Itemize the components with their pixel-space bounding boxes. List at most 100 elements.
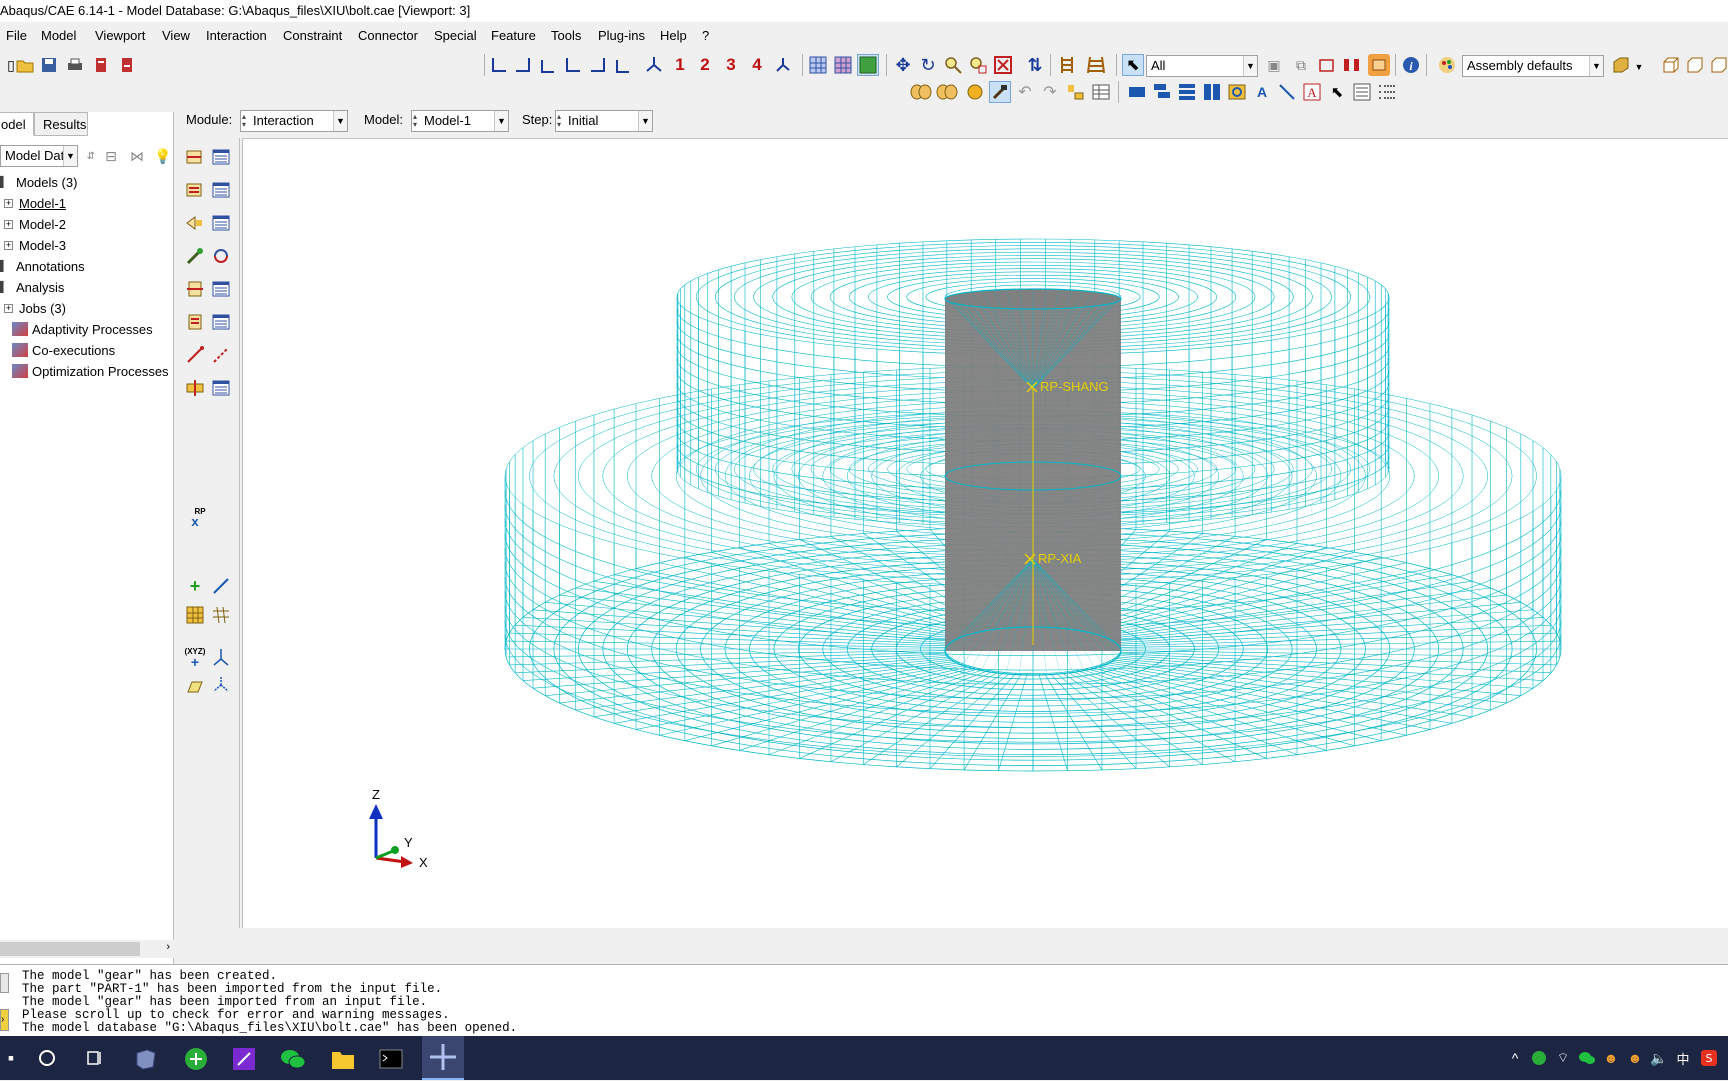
create-fastener-icon[interactable] bbox=[184, 344, 206, 366]
reference-point-marker[interactable]: RP-SHANG bbox=[1026, 379, 1109, 394]
columns-icon[interactable] bbox=[1201, 81, 1223, 103]
create-connector-icon[interactable] bbox=[184, 245, 206, 267]
scrollbar-thumb[interactable] bbox=[0, 942, 140, 956]
whats-this-icon[interactable]: ? bbox=[702, 28, 709, 43]
tray-browser-icon[interactable] bbox=[1528, 1047, 1550, 1069]
view-my-icon[interactable] bbox=[587, 54, 609, 76]
custom-view-icon[interactable] bbox=[772, 54, 794, 76]
sketch-icon[interactable] bbox=[1064, 81, 1086, 103]
pan-icon[interactable]: ✥ bbox=[892, 54, 914, 76]
select-box-icon[interactable]: ▣ bbox=[1263, 54, 1285, 76]
view-front-icon[interactable] bbox=[1660, 54, 1682, 76]
view-y-icon[interactable] bbox=[512, 54, 534, 76]
filter-icon[interactable]: ⋈ bbox=[126, 145, 148, 167]
selection-filter-select[interactable]: All ▼ bbox=[1146, 55, 1258, 77]
menu-constraint[interactable]: Constraint bbox=[283, 28, 342, 43]
partition-icon[interactable] bbox=[910, 81, 932, 103]
tree-item[interactable]: + Jobs (3) bbox=[4, 298, 66, 318]
legend-icon[interactable] bbox=[1351, 81, 1373, 103]
view-side-icon[interactable] bbox=[1708, 54, 1728, 76]
tray-qq2-icon[interactable]: ☻ bbox=[1624, 1047, 1646, 1069]
menu-connector[interactable]: Connector bbox=[358, 28, 418, 43]
step-select[interactable]: ▴ ▾ Initial ▼ bbox=[555, 110, 653, 132]
csys-offset-icon[interactable] bbox=[184, 674, 206, 696]
view-3-button[interactable]: 3 bbox=[720, 54, 742, 76]
tree-item[interactable]: Optimization Processes bbox=[4, 361, 169, 381]
datum-axis-icon[interactable] bbox=[210, 575, 232, 597]
create-constraint-icon[interactable] bbox=[184, 212, 206, 234]
create-special-icon[interactable] bbox=[184, 377, 206, 399]
layers-icon[interactable] bbox=[1151, 81, 1173, 103]
sogou-ime-icon[interactable]: S bbox=[1698, 1047, 1720, 1069]
view-cut-icon[interactable] bbox=[1226, 81, 1248, 103]
auto-fit-icon[interactable] bbox=[992, 54, 1014, 76]
model-render[interactable]: RP-SHANG RP-XIA Z YX bbox=[243, 139, 1728, 929]
table-icon[interactable] bbox=[1090, 81, 1112, 103]
collapse-icon[interactable]: ⊟ bbox=[100, 145, 122, 167]
section-manager-icon[interactable] bbox=[210, 311, 232, 333]
chevron-right-icon[interactable]: › bbox=[166, 941, 170, 953]
datum-point-icon[interactable]: + bbox=[184, 575, 206, 597]
menu-plugins[interactable]: Plug-ins bbox=[598, 28, 645, 43]
query-icon[interactable] bbox=[1056, 54, 1078, 76]
chevron-down-icon[interactable]: ▼ bbox=[1628, 56, 1650, 78]
interaction-manager-icon[interactable] bbox=[210, 146, 232, 168]
display-group-icon[interactable] bbox=[1368, 54, 1390, 76]
sort-icon[interactable]: ⇵ bbox=[80, 145, 102, 167]
merge-icon[interactable] bbox=[936, 81, 958, 103]
menu-feature[interactable]: Feature bbox=[491, 28, 536, 43]
message-tab-icon[interactable] bbox=[0, 973, 9, 993]
box-zoom-icon[interactable] bbox=[967, 54, 989, 76]
network-icon[interactable]: ⌔ bbox=[1552, 1047, 1574, 1069]
expand-icon[interactable]: + bbox=[4, 303, 13, 313]
tree-item[interactable]: + Model-1 bbox=[4, 193, 66, 213]
menu-file[interactable]: File bbox=[6, 28, 27, 43]
redo-icon[interactable]: ↷ bbox=[1039, 81, 1061, 103]
tray-wechat-icon[interactable] bbox=[1576, 1047, 1598, 1069]
view-mz-icon[interactable] bbox=[612, 54, 634, 76]
menu-view[interactable]: View bbox=[162, 28, 190, 43]
iso-view-icon[interactable] bbox=[643, 54, 665, 76]
wire-manager-icon[interactable] bbox=[210, 278, 232, 300]
expand-icon[interactable]: + bbox=[4, 219, 13, 229]
tree-item[interactable]: ▌ Models (3) bbox=[0, 172, 77, 192]
info-icon[interactable]: i bbox=[1400, 54, 1422, 76]
csys-rotate-icon[interactable] bbox=[210, 674, 232, 696]
menu-viewport[interactable]: Viewport bbox=[95, 28, 145, 43]
volume-icon[interactable]: 🔈 bbox=[1648, 1047, 1670, 1069]
color-code-icon[interactable] bbox=[1436, 54, 1458, 76]
graphics-viewport[interactable]: RP-SHANG RP-XIA Z Y X bbox=[242, 138, 1728, 928]
wechat-app-icon[interactable] bbox=[280, 1046, 306, 1072]
wireframe-icon[interactable] bbox=[807, 54, 829, 76]
print-icon[interactable] bbox=[64, 54, 86, 76]
property-manager-icon[interactable] bbox=[210, 179, 232, 201]
tab-model[interactable]: odel bbox=[0, 112, 34, 136]
active-app-tile[interactable] bbox=[422, 1036, 464, 1080]
file-explorer-icon[interactable] bbox=[330, 1046, 356, 1072]
view-back-icon[interactable] bbox=[1684, 54, 1706, 76]
view-4-button[interactable]: 4 bbox=[746, 54, 768, 76]
sphere-icon[interactable] bbox=[964, 81, 986, 103]
tree-item[interactable]: ▌ Analysis bbox=[0, 277, 64, 297]
hidden-icon[interactable] bbox=[832, 54, 854, 76]
text-icon[interactable]: A bbox=[1251, 81, 1273, 103]
model-select[interactable]: ▴ ▾ Model-1 ▼ bbox=[411, 110, 509, 132]
select-solids-icon[interactable]: ⧉ bbox=[1290, 54, 1312, 76]
export-icon[interactable] bbox=[116, 54, 138, 76]
python-console-icon[interactable]: › bbox=[0, 1009, 9, 1031]
onenote-app-icon[interactable] bbox=[231, 1046, 257, 1072]
arrow-annotation-icon[interactable] bbox=[1276, 81, 1298, 103]
tray-qq-icon[interactable]: ☻ bbox=[1600, 1047, 1622, 1069]
cycle-view-icon[interactable]: ⇅ bbox=[1024, 54, 1046, 76]
rotate-icon[interactable]: ↻ bbox=[917, 54, 939, 76]
menu-special[interactable]: Special bbox=[434, 28, 477, 43]
tree-item[interactable]: Co-executions bbox=[4, 340, 115, 360]
save-icon[interactable] bbox=[38, 54, 60, 76]
create-wire-icon[interactable] bbox=[184, 278, 206, 300]
stack-icon[interactable] bbox=[1176, 81, 1198, 103]
view-1-button[interactable]: 1 bbox=[669, 54, 691, 76]
tab-results[interactable]: Results bbox=[34, 112, 88, 136]
view-x-icon[interactable] bbox=[488, 54, 510, 76]
list-icon[interactable] bbox=[1376, 81, 1398, 103]
view-2-button[interactable]: 2 bbox=[694, 54, 716, 76]
